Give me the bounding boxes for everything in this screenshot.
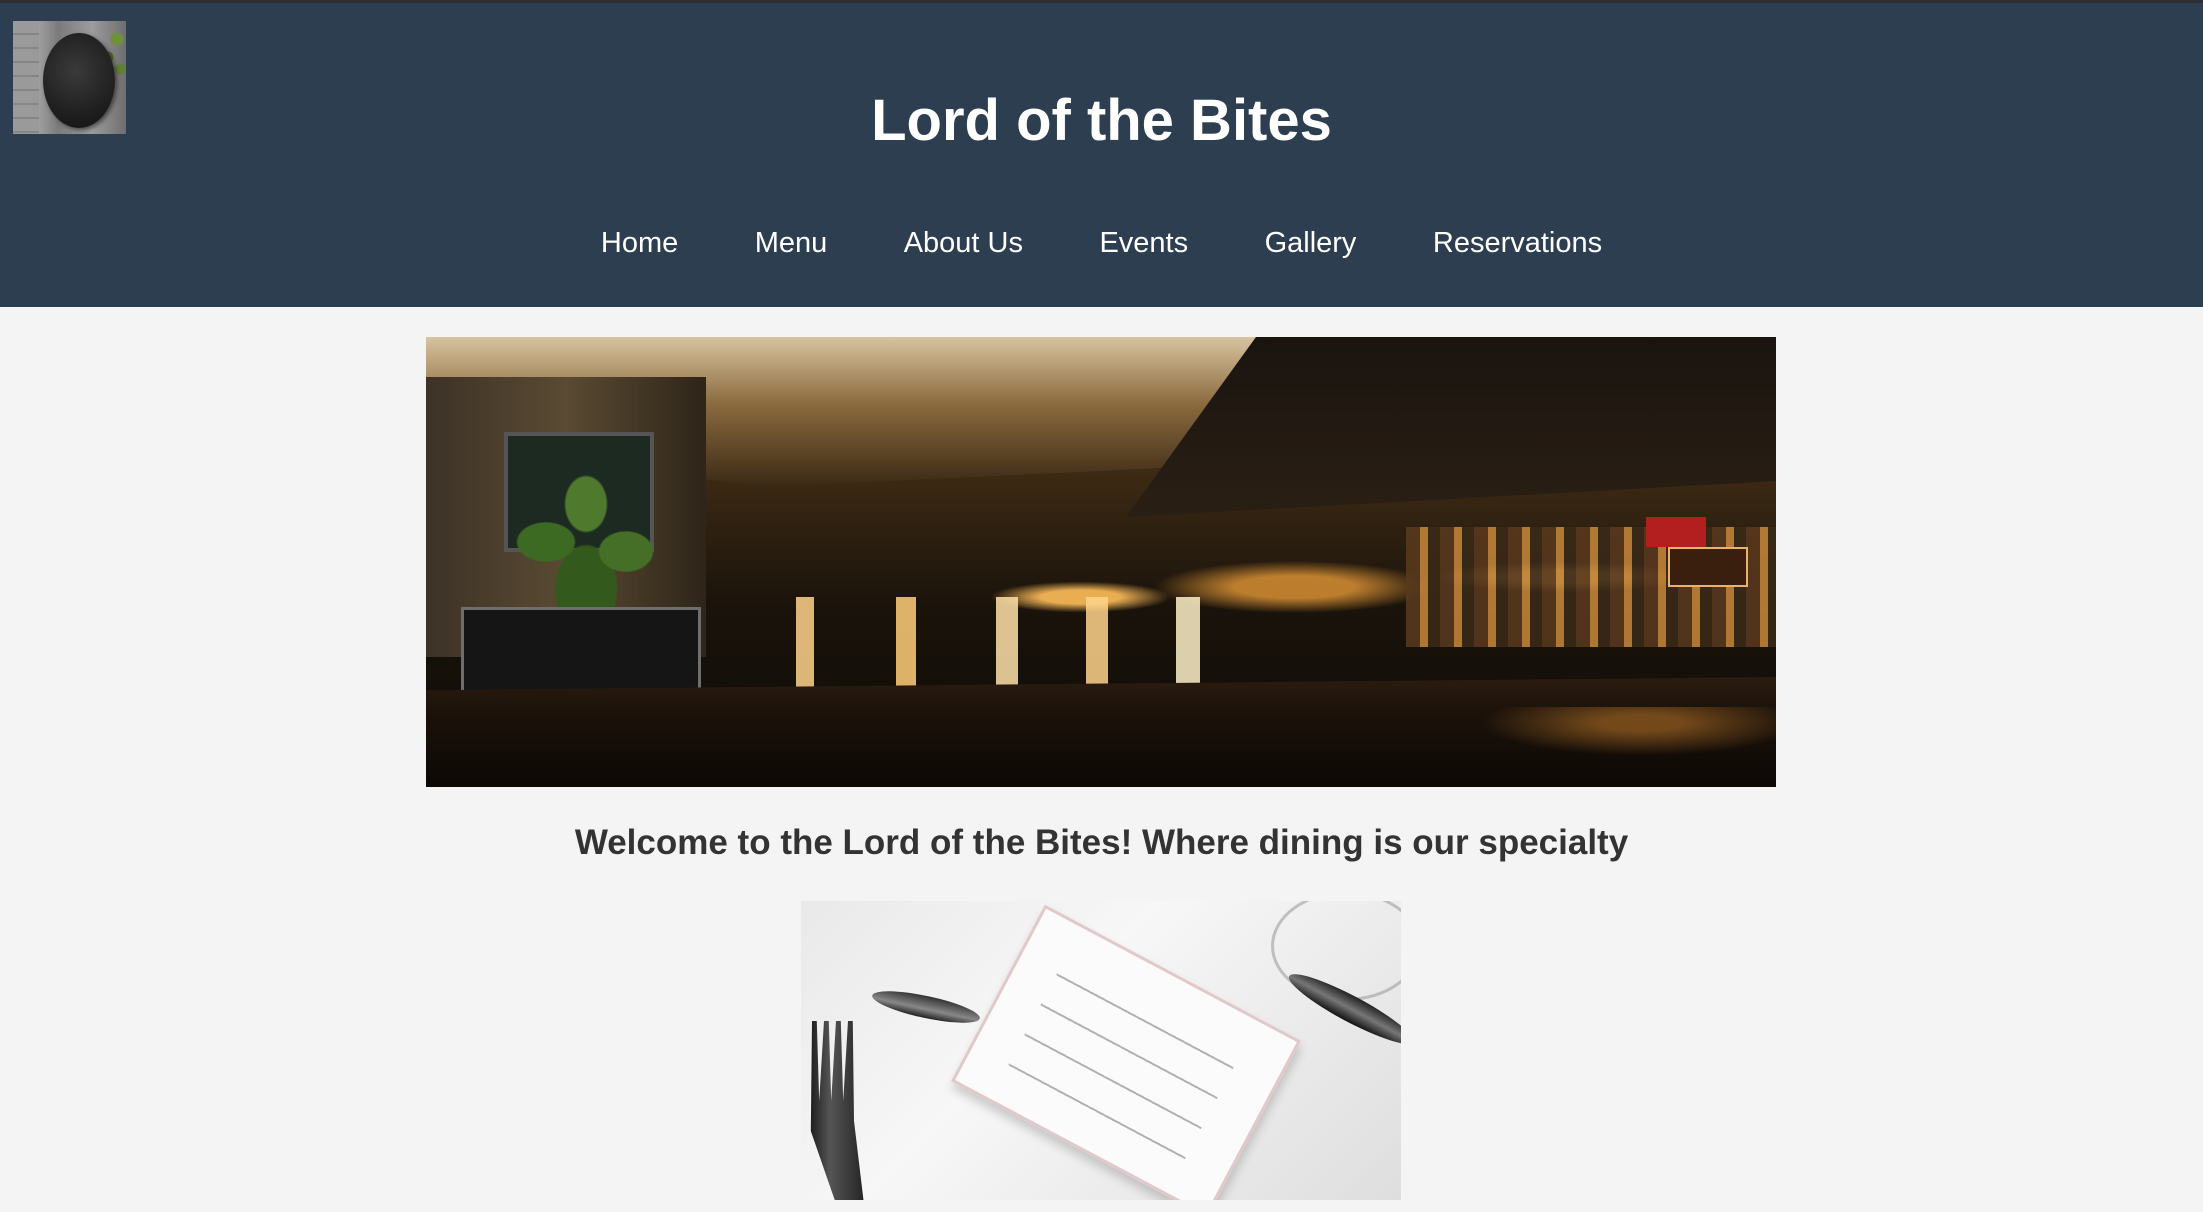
hero-chalkboard bbox=[461, 607, 701, 702]
nav-menu[interactable]: Menu bbox=[755, 218, 828, 268]
nav-home[interactable]: Home bbox=[601, 218, 678, 268]
nav-reservations[interactable]: Reservations bbox=[1433, 218, 1602, 268]
hero-liquor-sign bbox=[1668, 547, 1748, 587]
menu-photo-card bbox=[951, 904, 1301, 1200]
menu-photo bbox=[801, 901, 1401, 1200]
hero-counter-reflection bbox=[1326, 707, 1776, 787]
hero-shelves bbox=[1406, 527, 1776, 647]
nav-gallery[interactable]: Gallery bbox=[1265, 218, 1357, 268]
main-nav: Home Menu About Us Events Gallery Reserv… bbox=[0, 218, 2203, 268]
menu-photo-card-lines bbox=[1001, 953, 1244, 1172]
welcome-heading: Welcome to the Lord of the Bites! Where … bbox=[574, 823, 1629, 862]
nav-about-us[interactable]: About Us bbox=[904, 218, 1023, 268]
site-title: Lord of the Bites bbox=[871, 88, 1332, 153]
hero-red-box bbox=[1646, 517, 1706, 547]
nav-events[interactable]: Events bbox=[1099, 218, 1188, 268]
menu-photo-glass bbox=[1271, 901, 1401, 1001]
menu-photo-spoon bbox=[869, 984, 983, 1030]
menu-photo-fork bbox=[810, 1021, 866, 1200]
hero-image bbox=[426, 337, 1776, 787]
site-header: Lord of the Bites Home Menu About Us Eve… bbox=[0, 0, 2203, 307]
